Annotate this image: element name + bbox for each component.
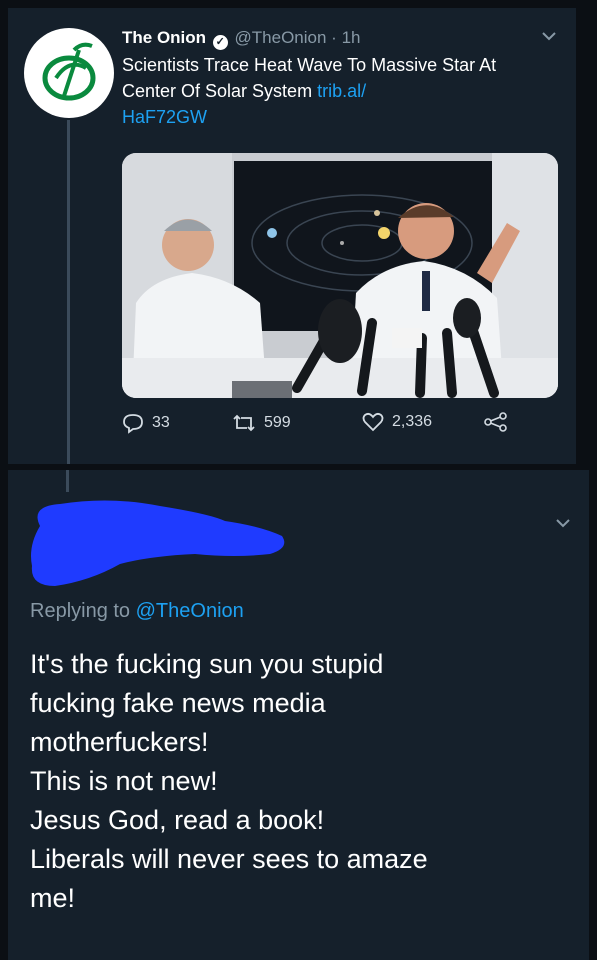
like-count: 2,336 — [392, 413, 433, 430]
tweet-text: Scientists Trace Heat Wave To Massive St… — [122, 55, 497, 101]
reply-text: It's the fucking sun you stupid fucking … — [30, 645, 560, 918]
tweet-time[interactable]: 1h — [342, 28, 361, 47]
replying-prefix: Replying to — [30, 600, 131, 622]
reply-button[interactable]: 33 — [122, 412, 170, 434]
tweet-actions: 33 599 2,336 — [122, 412, 542, 442]
reply-line: Liberals will never sees to amaze — [30, 844, 428, 874]
onion-avatar[interactable] — [24, 28, 114, 118]
scientists-press-conference-image — [122, 153, 558, 398]
reply-icon — [123, 414, 143, 434]
retweet-icon — [233, 414, 255, 432]
heart-icon — [362, 412, 384, 432]
share-button[interactable] — [484, 412, 508, 432]
author-name[interactable]: The Onion — [122, 28, 206, 47]
tweet-header: The Onion ✓ @TheOnion · 1h — [122, 26, 542, 50]
retweet-count: 599 — [264, 414, 291, 431]
replying-to: Replying to @TheOnion — [30, 600, 244, 623]
tweet-photo[interactable] — [122, 153, 558, 398]
retweet-button[interactable]: 599 — [232, 412, 291, 434]
share-icon — [484, 412, 507, 432]
thread-line — [67, 120, 70, 464]
tweet-text-block: Scientists Trace Heat Wave To Massive St… — [122, 52, 542, 130]
header-separator: · — [331, 28, 342, 47]
reply-line: fucking fake news media — [30, 688, 326, 718]
tweet-link-part2[interactable]: HaF72GW — [122, 107, 207, 127]
reply-tweet[interactable]: Replying to @TheOnion It's the fucking s… — [8, 470, 589, 960]
chevron-down-icon[interactable] — [542, 28, 556, 46]
verified-badge-icon: ✓ — [212, 35, 228, 50]
onion-tweet[interactable]: The Onion ✓ @TheOnion · 1h Scientists Tr… — [8, 8, 576, 464]
chevron-down-icon[interactable] — [556, 515, 570, 533]
reply-line: This is not new! — [30, 766, 218, 796]
author-handle[interactable]: @TheOnion — [235, 28, 327, 47]
redaction-scribble — [31, 500, 285, 586]
replying-handle[interactable]: @TheOnion — [136, 600, 244, 622]
tweet-link-part1[interactable]: trib.al/ — [317, 81, 366, 101]
reply-line: motherfuckers! — [30, 727, 209, 757]
reply-line: me! — [30, 883, 76, 913]
like-button[interactable]: 2,336 — [362, 412, 432, 432]
reply-count: 33 — [152, 414, 170, 431]
reply-line: Jesus God, read a book! — [30, 805, 325, 835]
reply-line: It's the fucking sun you stupid — [30, 649, 384, 679]
onion-logo-icon — [42, 42, 96, 101]
